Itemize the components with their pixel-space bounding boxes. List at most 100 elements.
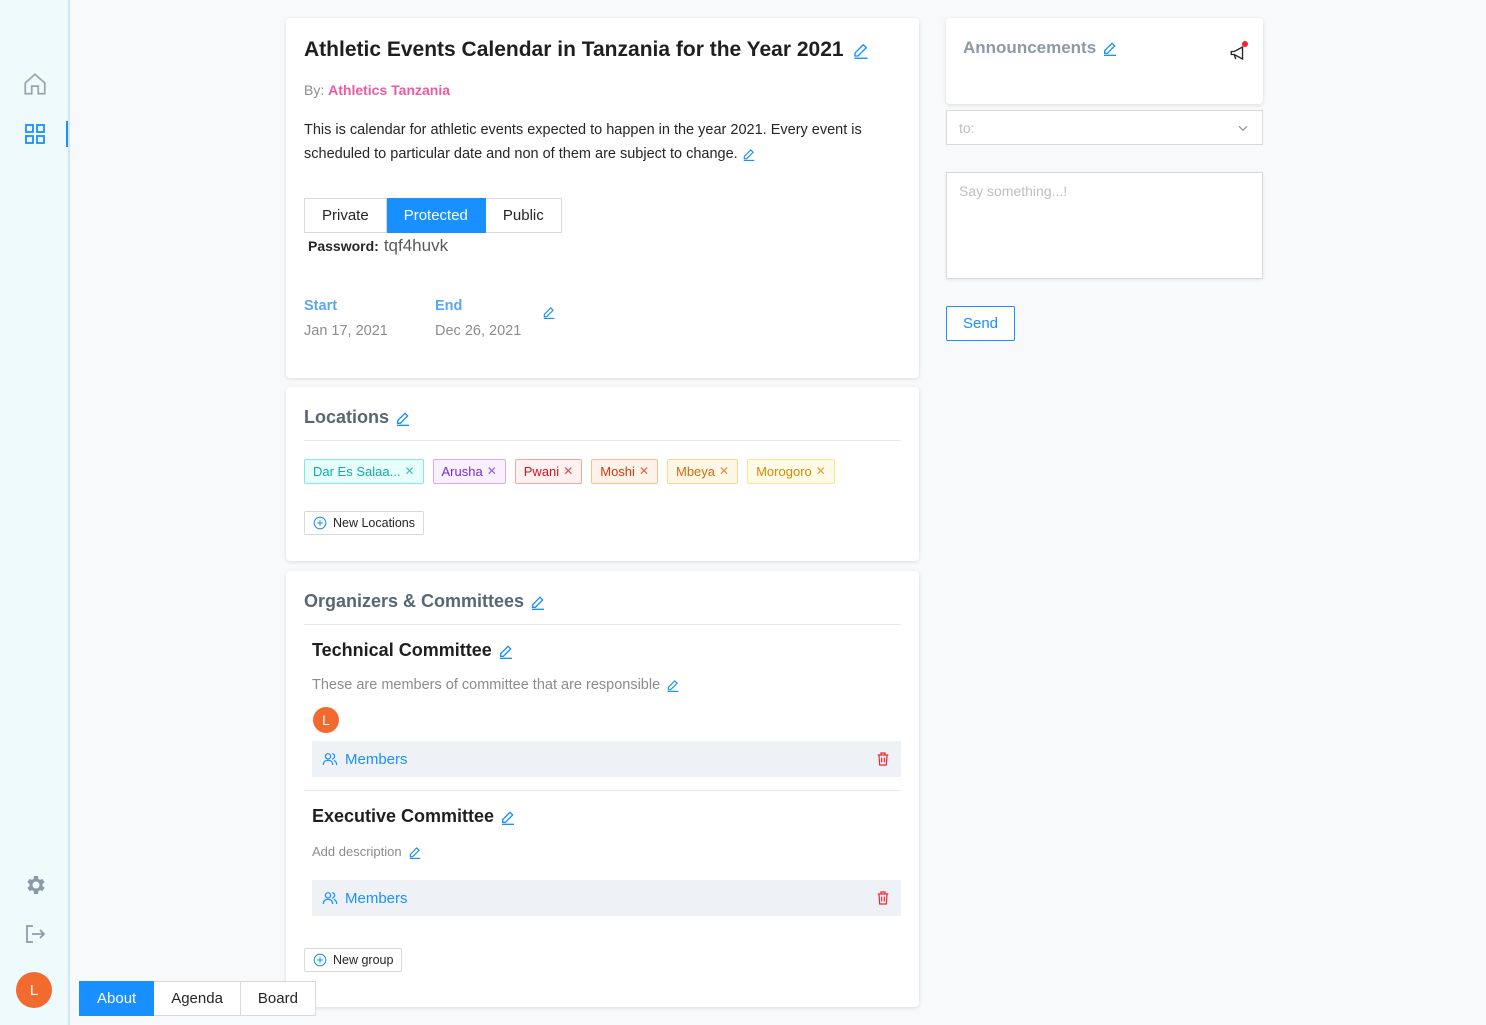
committee-description-row: These are members of committee that are …: [312, 677, 680, 693]
message-input[interactable]: Say something...!: [946, 172, 1263, 279]
divider: [304, 440, 901, 441]
event-description-text: This is calendar for athletic events exp…: [304, 122, 862, 162]
new-group-button[interactable]: New group: [304, 948, 403, 972]
team-icon: [322, 892, 338, 905]
close-icon[interactable]: ✕: [719, 460, 729, 483]
organizers-card: Organizers & Committees Technical Commit…: [286, 571, 919, 1007]
committee-name: Executive Committee: [312, 806, 495, 826]
start-label: Start: [304, 298, 338, 314]
active-nav-indicator: [66, 121, 68, 147]
location-tag-label: Moshi: [600, 464, 635, 479]
recipient-select[interactable]: to:: [946, 110, 1263, 145]
locations-title: Locations: [304, 407, 390, 427]
tab-agenda[interactable]: Agenda: [154, 981, 241, 1016]
message-placeholder: Say something...!: [959, 183, 1068, 199]
notification-dot: [1242, 41, 1248, 47]
location-tag-label: Dar Es Salaa...: [313, 464, 401, 479]
location-tag-label: Pwani: [523, 464, 560, 479]
end-date: End Dec 26, 2021: [435, 298, 521, 339]
start-value: Jan 17, 2021: [304, 323, 388, 339]
close-icon[interactable]: ✕: [816, 460, 826, 483]
location-tag: Arusha ✕: [432, 459, 506, 484]
tab-about[interactable]: About: [79, 981, 155, 1016]
divider: [304, 790, 901, 791]
locations-title-row: Locations: [304, 407, 411, 428]
announcements-title: Announcements: [963, 38, 1097, 57]
committee-description: These are members of committee that are …: [312, 677, 661, 693]
edit-committee-icon[interactable]: [500, 809, 516, 825]
locations-card: Locations Dar Es Salaa... ✕ Arusha ✕ Pwani…: [286, 387, 919, 561]
chevron-down-icon: [1238, 125, 1248, 131]
logout-icon[interactable]: [22, 921, 48, 947]
edit-locations-icon[interactable]: [395, 410, 411, 426]
committee-name: Technical Committee: [312, 640, 492, 660]
edit-description-icon[interactable]: [742, 147, 756, 162]
team-icon: [322, 753, 338, 766]
location-tag: Morogoro ✕: [747, 459, 835, 484]
end-label: End: [435, 298, 463, 314]
committee-title-row: Executive Committee: [312, 806, 516, 827]
edit-dates-icon[interactable]: [542, 305, 556, 319]
event-title: Athletic Events Calendar in Tanzania for…: [304, 38, 844, 61]
start-date: Start Jan 17, 2021: [304, 298, 388, 339]
new-group-label: New group: [333, 953, 394, 967]
end-value: Dec 26, 2021: [435, 323, 522, 339]
plus-circle-icon: [313, 953, 327, 967]
sidebar: L: [0, 0, 70, 1025]
edit-organizers-icon[interactable]: [530, 594, 546, 610]
location-tag-label: Morogoro: [756, 464, 812, 479]
password-value: tqf4huvk: [383, 236, 449, 255]
author-label: By:: [304, 82, 325, 98]
home-icon[interactable]: [22, 71, 48, 97]
new-locations-label: New Locations: [333, 516, 415, 530]
event-details-card: Athletic Events Calendar in Tanzania for…: [286, 18, 919, 378]
send-button[interactable]: Send: [946, 306, 1015, 341]
delete-icon[interactable]: [875, 890, 891, 906]
close-icon[interactable]: ✕: [563, 460, 573, 483]
recipient-placeholder: to:: [959, 119, 975, 136]
close-icon[interactable]: ✕: [404, 460, 414, 483]
privacy-selector: Private Protected Public: [304, 198, 562, 233]
event-title-row: Athletic Events Calendar in Tanzania for…: [304, 38, 870, 62]
plus-circle-icon: [313, 516, 327, 530]
edit-committee-icon[interactable]: [498, 643, 514, 659]
megaphone-icon[interactable]: [1229, 41, 1248, 67]
privacy-option-protected[interactable]: Protected: [386, 198, 486, 233]
edit-announcements-icon[interactable]: [1102, 40, 1118, 56]
author-name[interactable]: Athletics Tanzania: [328, 82, 450, 98]
member-avatar[interactable]: L: [313, 707, 339, 733]
edit-committee-description-icon[interactable]: [408, 845, 422, 859]
organizers-title: Organizers & Committees: [304, 591, 525, 611]
settings-icon[interactable]: [22, 872, 48, 898]
privacy-option-private[interactable]: Private: [304, 198, 387, 233]
location-tags: Dar Es Salaa... ✕ Arusha ✕ Pwani ✕ Moshi ✕ M…: [304, 459, 835, 484]
announcements-title-row: Announcements: [963, 38, 1118, 58]
user-avatar[interactable]: L: [16, 972, 52, 1008]
close-icon[interactable]: ✕: [639, 460, 649, 483]
location-tag: Dar Es Salaa... ✕: [304, 459, 424, 484]
committee-description: Add description: [312, 844, 402, 859]
location-tag-label: Mbeya: [676, 464, 716, 479]
password-row: Password: tqf4huvk: [308, 236, 448, 256]
location-tag: Mbeya ✕: [667, 459, 739, 484]
edit-title-icon[interactable]: [852, 41, 870, 59]
event-author: By: Athletics Tanzania: [304, 82, 450, 98]
divider: [304, 624, 901, 625]
committee-description-row: Add description: [312, 844, 422, 859]
announcements-card: Announcements: [946, 18, 1263, 104]
delete-icon[interactable]: [875, 751, 891, 767]
password-label: Password:: [308, 238, 379, 254]
edit-committee-description-icon[interactable]: [666, 678, 680, 692]
new-locations-button[interactable]: New Locations: [304, 511, 424, 535]
members-bar[interactable]: Members: [312, 741, 901, 777]
tab-board[interactable]: Board: [240, 981, 316, 1016]
organizers-title-row: Organizers & Committees: [304, 591, 546, 612]
event-description: This is calendar for athletic events exp…: [304, 118, 904, 166]
location-tag: Moshi ✕: [591, 459, 658, 484]
dashboard-icon[interactable]: [22, 121, 48, 147]
bottom-tabs: About Agenda Board: [79, 981, 316, 1016]
privacy-option-public[interactable]: Public: [485, 198, 562, 233]
members-bar[interactable]: Members: [312, 880, 901, 916]
close-icon[interactable]: ✕: [487, 460, 497, 483]
location-tag: Pwani ✕: [514, 459, 583, 484]
